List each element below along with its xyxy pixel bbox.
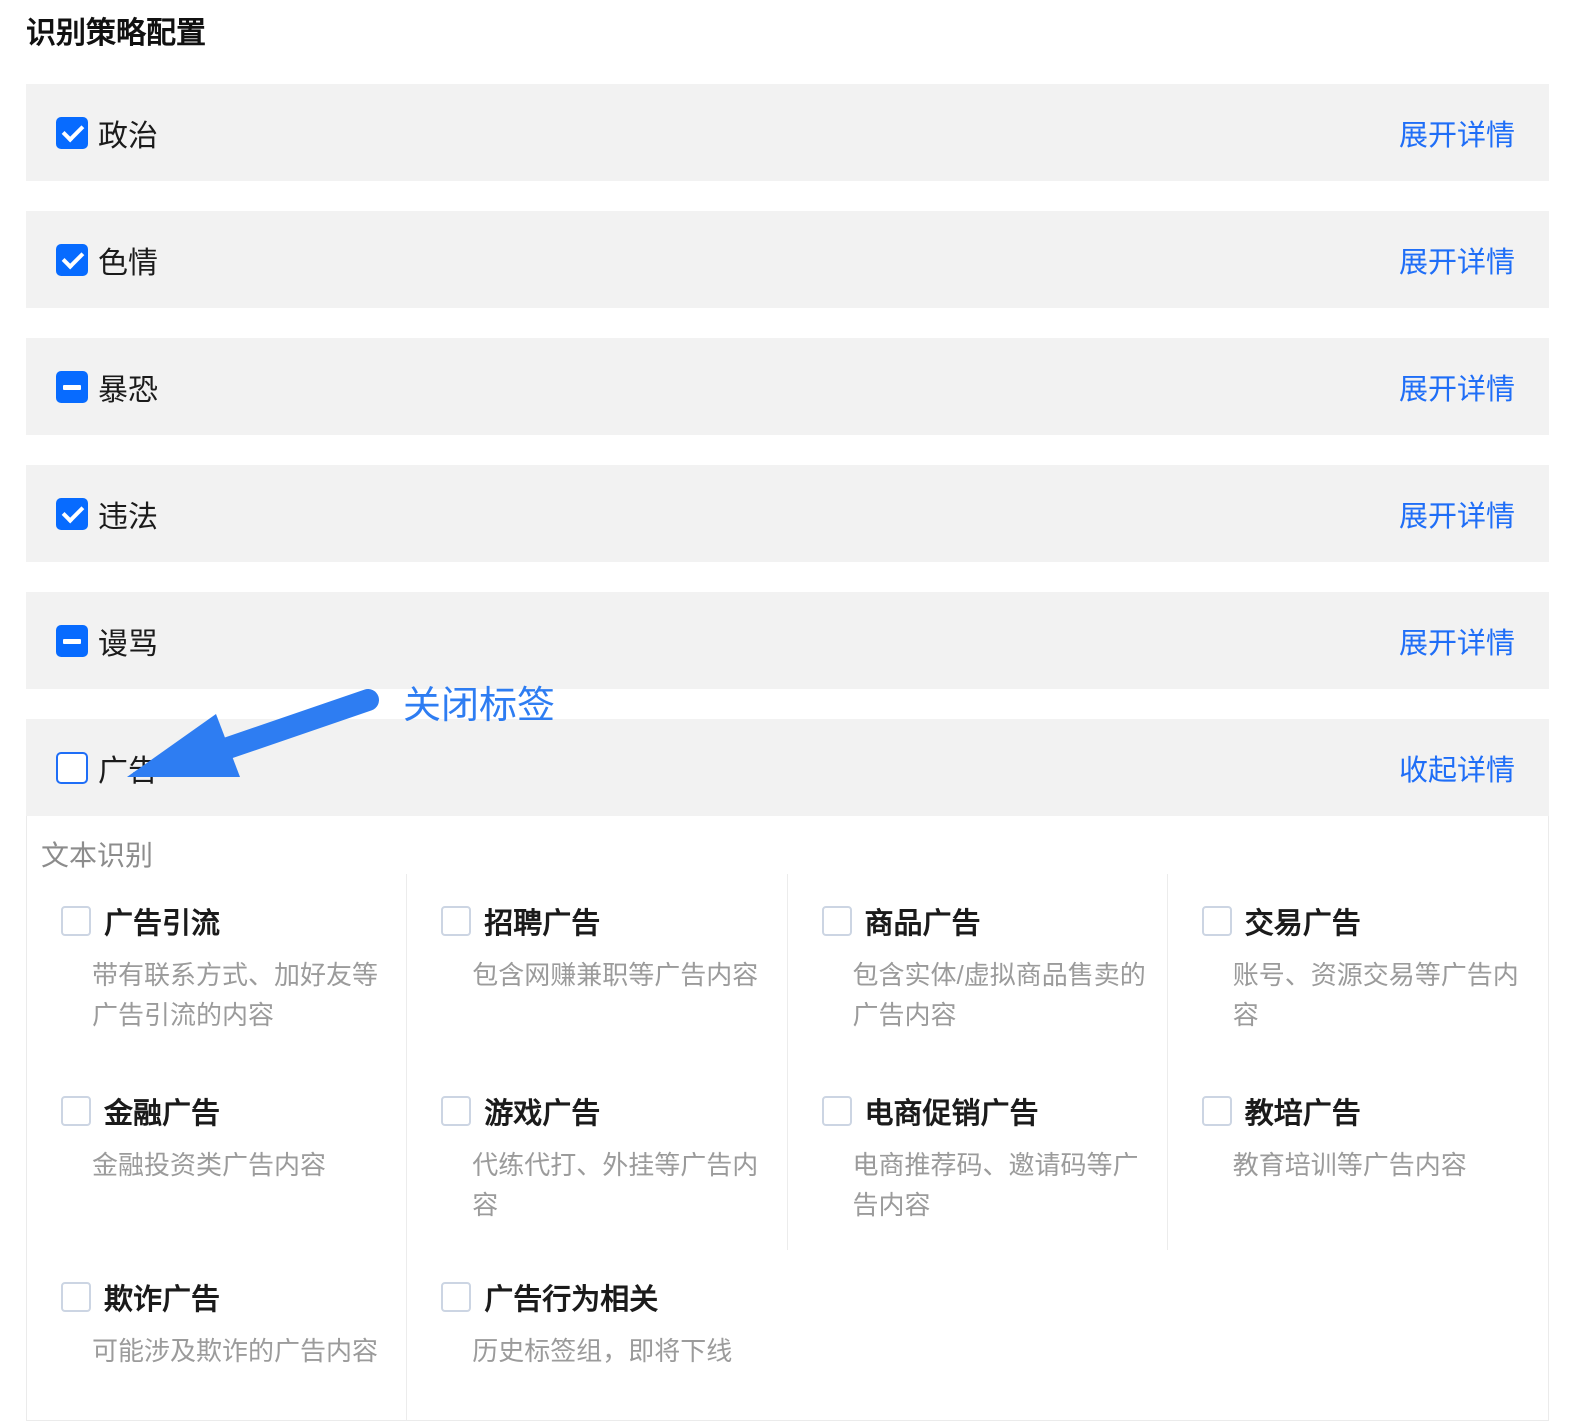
ecommerce-promo-ad-checkbox[interactable] — [821, 1096, 852, 1126]
tag-description: 教育培训等广告内容 — [1232, 1150, 1467, 1180]
tag-description: 历史标签组，即将下线 — [472, 1336, 733, 1366]
category-row-terror: 暴恐 展开详情 — [26, 338, 1549, 435]
category-row-abuse: 谩骂 展开详情 — [26, 592, 1549, 689]
tag-title: 教培广告 — [1244, 1098, 1361, 1130]
ads-checkbox[interactable] — [56, 751, 88, 784]
expand-details-link[interactable]: 展开详情 — [1399, 239, 1515, 281]
tag-item-game-ad: 游戏广告 代练代打、外挂等广告内容 — [407, 1064, 788, 1250]
category-label: 色情 — [98, 246, 158, 280]
tag-item-ad-traffic: 广告引流 带有联系方式、加好友等广告引流的内容 — [27, 874, 408, 1064]
tag-description: 可能涉及欺诈的广告内容 — [92, 1336, 379, 1366]
ads-detail-panel: 文本识别 广告引流 带有联系方式、加好友等广告引流的内容 招聘广告 包含网赚兼职… — [26, 816, 1549, 1421]
tag-description: 带有联系方式、加好友等广告引流的内容 — [92, 960, 379, 1030]
category-row-ads: 广告 收起详情 — [26, 719, 1549, 816]
tag-item-fraud-ad: 欺诈广告 可能涉及欺诈的广告内容 — [27, 1250, 408, 1420]
politics-checkbox[interactable] — [56, 116, 88, 149]
expand-details-link[interactable]: 展开详情 — [1399, 112, 1515, 154]
fraud-ad-checkbox[interactable] — [61, 1282, 91, 1312]
tag-title: 金融广告 — [104, 1098, 221, 1130]
tag-item-trading-ad: 交易广告 账号、资源交易等广告内容 — [1168, 874, 1548, 1064]
tag-title: 商品广告 — [864, 908, 981, 940]
tag-description: 包含网赚兼职等广告内容 — [472, 960, 759, 990]
tag-title: 广告行为相关 — [484, 1284, 659, 1316]
category-label: 暴恐 — [98, 373, 158, 407]
tag-description: 电商推荐码、邀请码等广告内容 — [852, 1150, 1139, 1220]
tag-item-ecommerce-promo-ad: 电商促销广告 电商推荐码、邀请码等广告内容 — [788, 1064, 1168, 1250]
category-row-politics: 政治 展开详情 — [26, 84, 1549, 181]
tag-title: 招聘广告 — [484, 908, 601, 940]
ad-behavior-checkbox[interactable] — [441, 1282, 472, 1312]
product-ad-checkbox[interactable] — [821, 906, 852, 936]
tag-grid: 广告引流 带有联系方式、加好友等广告引流的内容 招聘广告 包含网赚兼职等广告内容… — [27, 874, 1548, 1420]
porn-checkbox[interactable] — [56, 243, 88, 276]
education-ad-checkbox[interactable] — [1201, 1096, 1232, 1126]
game-ad-checkbox[interactable] — [441, 1096, 472, 1126]
illegal-checkbox[interactable] — [56, 497, 88, 530]
trading-ad-checkbox[interactable] — [1201, 906, 1232, 936]
recruitment-ad-checkbox[interactable] — [441, 906, 472, 936]
category-row-porn: 色情 展开详情 — [26, 211, 1549, 308]
expand-details-link[interactable]: 展开详情 — [1399, 493, 1515, 535]
tag-title: 交易广告 — [1244, 908, 1361, 940]
tag-item-product-ad: 商品广告 包含实体/虚拟商品售卖的广告内容 — [788, 874, 1168, 1064]
tag-item-education-ad: 教培广告 教育培训等广告内容 — [1168, 1064, 1548, 1250]
tag-title: 电商促销广告 — [864, 1098, 1039, 1130]
tag-item-ad-behavior: 广告行为相关 历史标签组，即将下线 — [407, 1250, 787, 1420]
expand-details-link[interactable]: 展开详情 — [1399, 366, 1515, 408]
text-recognition-label: 文本识别 — [41, 840, 154, 871]
strategy-config-page: 识别策略配置 政治 展开详情 色情 展开详情 暴恐 展开详情 违法 展开详情 谩… — [0, 14, 1576, 1421]
tag-description: 金融投资类广告内容 — [92, 1150, 327, 1180]
finance-ad-checkbox[interactable] — [61, 1096, 91, 1126]
expand-details-link[interactable]: 展开详情 — [1399, 620, 1515, 662]
category-row-illegal: 违法 展开详情 — [26, 465, 1549, 562]
category-label: 谩骂 — [98, 627, 158, 661]
category-label: 广告 — [98, 754, 158, 788]
tag-item-finance-ad: 金融广告 金融投资类广告内容 — [27, 1064, 408, 1250]
tag-title: 广告引流 — [104, 908, 221, 940]
tag-title: 欺诈广告 — [104, 1284, 221, 1316]
tag-item-recruitment-ad: 招聘广告 包含网赚兼职等广告内容 — [407, 874, 788, 1064]
ad-traffic-checkbox[interactable] — [61, 906, 91, 936]
page-title: 识别策略配置 — [26, 17, 206, 50]
tag-title: 游戏广告 — [484, 1098, 601, 1130]
collapse-details-link[interactable]: 收起详情 — [1399, 747, 1515, 789]
terror-checkbox[interactable] — [56, 370, 88, 403]
abuse-checkbox[interactable] — [56, 624, 88, 657]
category-label: 政治 — [98, 119, 158, 153]
tag-description: 代练代打、外挂等广告内容 — [472, 1150, 759, 1220]
tag-description: 账号、资源交易等广告内容 — [1232, 960, 1519, 1030]
category-label: 违法 — [98, 500, 158, 534]
tag-description: 包含实体/虚拟商品售卖的广告内容 — [852, 960, 1146, 1030]
